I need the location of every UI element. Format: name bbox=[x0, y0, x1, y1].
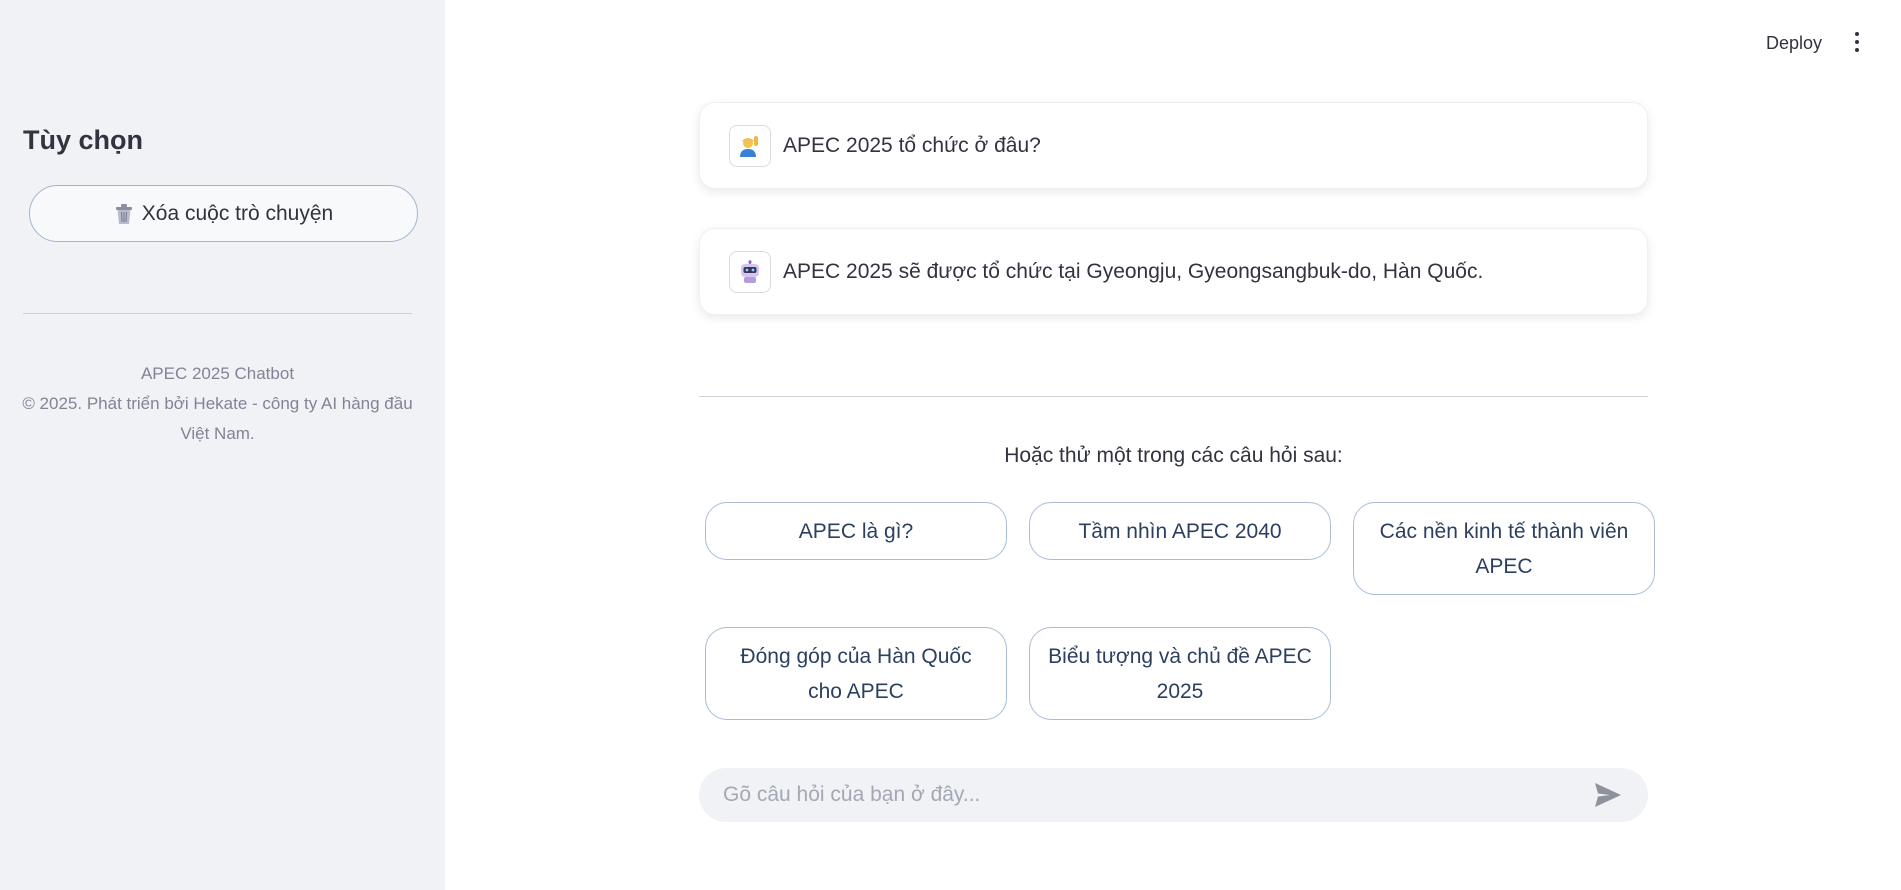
clear-chat-label: Xóa cuộc trò chuyện bbox=[141, 201, 334, 225]
footer-copyright: © 2025. Phát triển bởi Hekate - công ty … bbox=[22, 394, 413, 443]
section-divider bbox=[699, 396, 1648, 397]
suggestion-symbol-theme[interactable]: Biểu tượng và chủ đề APEC 2025 bbox=[1029, 627, 1331, 720]
suggestion-what-is-apec[interactable]: APEC là gì? bbox=[705, 502, 1007, 560]
robot-icon bbox=[729, 250, 771, 293]
chat-input[interactable] bbox=[721, 782, 1594, 808]
trash-icon bbox=[115, 203, 132, 224]
person-raising-hand-icon bbox=[729, 124, 771, 167]
user-message-text: APEC 2025 tổ chức ở đâu? bbox=[783, 133, 1041, 157]
sidebar-footer: APEC 2025 Chatbot © 2025. Phát triển bởi… bbox=[20, 359, 415, 449]
deploy-button[interactable]: Deploy bbox=[1766, 33, 1822, 54]
suggestions-title: Hoặc thử một trong các câu hỏi sau: bbox=[1004, 444, 1343, 467]
assistant-message-text: APEC 2025 sẽ được tổ chức tại Gyeongju, … bbox=[783, 259, 1484, 283]
sidebar: Tùy chọn Xóa cuộc trò chuyện APEC 2025 C… bbox=[0, 0, 445, 890]
clear-chat-button[interactable]: Xóa cuộc trò chuyện bbox=[29, 185, 418, 242]
suggestion-apec-vision-2040[interactable]: Tầm nhìn APEC 2040 bbox=[1029, 502, 1331, 560]
assistant-message: APEC 2025 sẽ được tổ chức tại Gyeongju, … bbox=[699, 228, 1648, 315]
user-message: APEC 2025 tổ chức ở đâu? bbox=[699, 102, 1648, 189]
sidebar-title: Tùy chọn bbox=[23, 125, 143, 155]
kebab-menu-icon[interactable] bbox=[1850, 32, 1864, 56]
chat-input-bar bbox=[699, 768, 1648, 822]
sidebar-divider bbox=[23, 313, 412, 314]
suggestion-member-economies[interactable]: Các nền kinh tế thành viên APEC bbox=[1353, 502, 1655, 595]
send-icon[interactable] bbox=[1594, 782, 1622, 808]
suggestion-korea-contribution[interactable]: Đóng góp của Hàn Quốc cho APEC bbox=[705, 627, 1007, 720]
footer-app-name: APEC 2025 Chatbot bbox=[140, 364, 295, 383]
